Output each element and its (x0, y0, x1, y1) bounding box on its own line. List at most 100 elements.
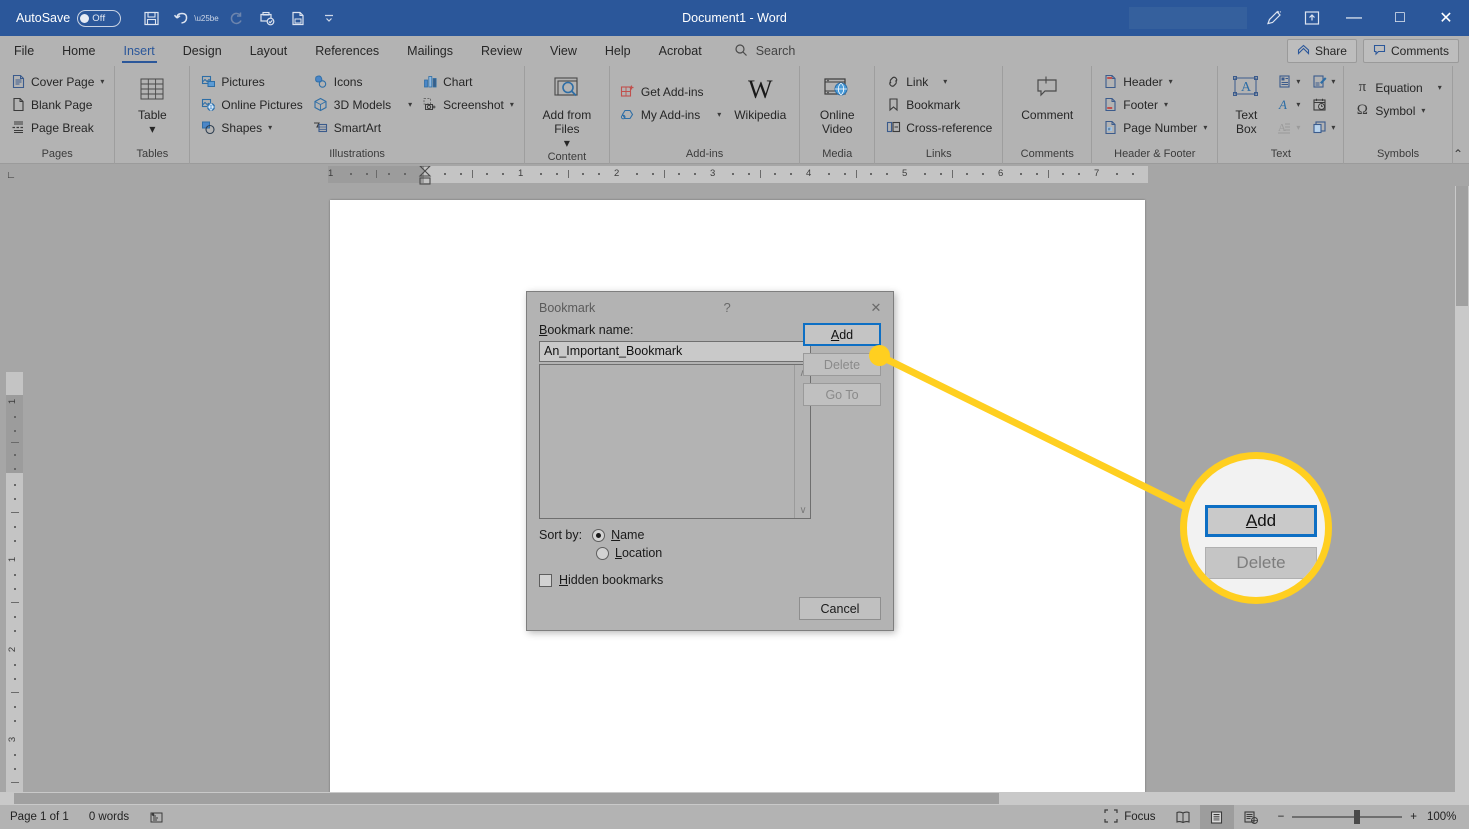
chevron-down-icon[interactable]: ▾ (408, 100, 412, 109)
undo-icon[interactable] (168, 5, 196, 31)
footer-button[interactable]: Footer ▾ (1098, 93, 1211, 116)
comments-button[interactable]: Comments (1362, 39, 1459, 63)
ribbon-display-options-icon[interactable] (1293, 0, 1331, 36)
add-from-files-button[interactable]: Add from Files ▾ (531, 70, 603, 150)
chevron-down-icon[interactable]: ▾ (1296, 77, 1300, 86)
page-number-button[interactable]: # Page Number ▾ (1098, 116, 1211, 139)
chevron-down-icon[interactable]: ▾ (100, 77, 104, 86)
chevron-down-icon[interactable]: ▾ (1203, 123, 1207, 132)
web-layout-icon[interactable] (1234, 805, 1268, 829)
shapes-button[interactable]: Shapes ▾ (196, 116, 306, 139)
pen-icon[interactable] (1255, 0, 1293, 36)
cross-reference-button[interactable]: Cross-reference (881, 116, 996, 139)
smartart-button[interactable]: SmartArt (309, 116, 416, 139)
zoom-in-button[interactable]: + (1410, 811, 1417, 823)
add-button[interactable]: Add (803, 323, 881, 346)
bookmark-name-input[interactable]: An_Important_Bookmark (539, 341, 811, 362)
redo-icon[interactable] (222, 5, 250, 31)
wordart-row-button[interactable]: A ▾ (1274, 93, 1337, 116)
proofing-errors-icon[interactable] (139, 805, 174, 829)
cancel-button[interactable]: Cancel (799, 597, 881, 620)
radio-name-icon[interactable] (592, 528, 606, 542)
tab-review[interactable]: Review (467, 36, 536, 66)
tab-design[interactable]: Design (169, 36, 236, 66)
wikipedia-button[interactable]: W Wikipedia (727, 70, 793, 123)
chevron-down-icon[interactable]: ▾ (510, 100, 514, 109)
chevron-down-icon[interactable]: ▾ (268, 123, 272, 132)
header-button[interactable]: Header ▾ (1098, 70, 1211, 93)
tab-file[interactable]: File (0, 36, 48, 66)
chevron-down-icon[interactable]: ▾ (1164, 100, 1168, 109)
screenshot-button[interactable]: Screenshot ▾ (418, 93, 518, 116)
print-layout-icon[interactable] (1199, 805, 1234, 829)
chevron-down-icon[interactable]: ▾ (1331, 123, 1335, 132)
bookmark-dialog[interactable]: Bookmark ? ✕ Bookmark name: An_Important… (526, 291, 894, 631)
scrollbar-thumb-horizontal[interactable] (14, 793, 999, 804)
print-preview-icon[interactable] (253, 5, 281, 31)
maximize-button[interactable]: □ (1377, 0, 1423, 36)
online-video-button[interactable]: Online Video (806, 70, 868, 136)
bookmark-listbox[interactable]: ∧ ∨ (539, 364, 811, 519)
tab-insert[interactable]: Insert (110, 36, 169, 66)
search-box[interactable]: Search (734, 43, 795, 60)
insert-media-button[interactable]: Insert Media (1459, 70, 1469, 136)
customize-qat-icon[interactable] (315, 5, 343, 31)
hidden-bookmarks-checkbox[interactable]: Hidden bookmarks (539, 573, 881, 587)
chevron-down-icon[interactable]: ▾ (1296, 100, 1300, 109)
checkbox-icon[interactable] (539, 573, 552, 587)
icons-button[interactable]: Icons (309, 70, 416, 93)
scrollbar-thumb[interactable] (1456, 186, 1468, 306)
bookmark-button[interactable]: Bookmark (881, 93, 996, 116)
symbol-button[interactable]: Ω Symbol ▾ (1350, 99, 1445, 122)
blank-page-button[interactable]: Blank Page (6, 93, 108, 116)
horizontal-scrollbar[interactable] (0, 792, 1469, 805)
page-break-button[interactable]: Page Break (6, 116, 108, 139)
comment-button[interactable]: Comment (1009, 70, 1085, 122)
focus-button[interactable]: Focus (1094, 805, 1165, 829)
read-mode-icon[interactable] (1166, 805, 1200, 829)
zoom-knob[interactable] (1354, 810, 1361, 824)
tab-layout[interactable]: Layout (236, 36, 302, 66)
autosave-toggle[interactable]: Off (77, 9, 122, 27)
tab-acrobat[interactable]: Acrobat (645, 36, 716, 66)
chevron-down-icon[interactable]: ▾ (1331, 77, 1335, 86)
zoom-slider[interactable]: − + (1268, 810, 1427, 824)
equation-button[interactable]: π Equation ▾ (1350, 76, 1445, 99)
get-addins-button[interactable]: Get Add-ins (616, 80, 725, 103)
drop-cap-row-button[interactable]: A ▾ ▾ (1274, 116, 1337, 139)
pictures-button[interactable]: Pictures (196, 70, 306, 93)
collapse-ribbon-button[interactable]: ⌃ (1453, 147, 1463, 161)
chevron-down-icon[interactable]: ▾ (943, 77, 947, 86)
close-button[interactable]: ✕ (1423, 0, 1469, 36)
chevron-down-icon[interactable]: ▾ (1438, 83, 1442, 92)
chevron-down-icon[interactable]: ▾ (1421, 106, 1425, 115)
sort-by-location-radio[interactable]: Location (596, 546, 662, 560)
tab-view[interactable]: View (536, 36, 591, 66)
zoom-level[interactable]: 100% (1427, 811, 1469, 823)
horizontal-ruler[interactable]: ∟ 1 1 2 3 4 5 6 7 (0, 164, 1469, 186)
tab-stop-icon[interactable]: ∟ (0, 164, 22, 186)
page-info[interactable]: Page 1 of 1 (0, 805, 79, 829)
chevron-down-icon[interactable]: ▾ (149, 122, 155, 136)
chart-button[interactable]: Chart (418, 70, 518, 93)
3d-models-button[interactable]: 3D Models ▾ (309, 93, 416, 116)
table-button[interactable]: Table ▾ (121, 70, 183, 136)
undo-dropdown-icon[interactable]: \u25be (194, 14, 218, 23)
radio-location-icon[interactable] (596, 546, 609, 560)
chevron-down-icon[interactable]: ▾ (1169, 77, 1173, 86)
vertical-ruler[interactable]: 1 1 2 3 4 5 (6, 372, 23, 829)
zoom-out-button[interactable]: − (1278, 811, 1285, 823)
dialog-help-button[interactable]: ? (710, 292, 744, 323)
cover-page-button[interactable]: Cover Page ▾ (6, 70, 108, 93)
minimize-button[interactable]: — (1331, 0, 1377, 36)
vertical-scrollbar[interactable] (1455, 186, 1469, 805)
quick-parts-button[interactable]: ▾ ▾ (1274, 70, 1337, 93)
text-box-button[interactable]: A Text Box (1224, 70, 1268, 136)
ruler-track[interactable]: 1 1 2 3 4 5 6 7 (328, 165, 1148, 185)
quick-print-icon[interactable] (284, 5, 312, 31)
autosave-control[interactable]: AutoSave Off (16, 9, 122, 27)
sort-by-name-radio[interactable]: Name (592, 528, 644, 542)
zoom-track[interactable] (1292, 810, 1403, 824)
scroll-down-icon[interactable]: ∨ (795, 502, 811, 518)
word-count[interactable]: 0 words (79, 805, 139, 829)
